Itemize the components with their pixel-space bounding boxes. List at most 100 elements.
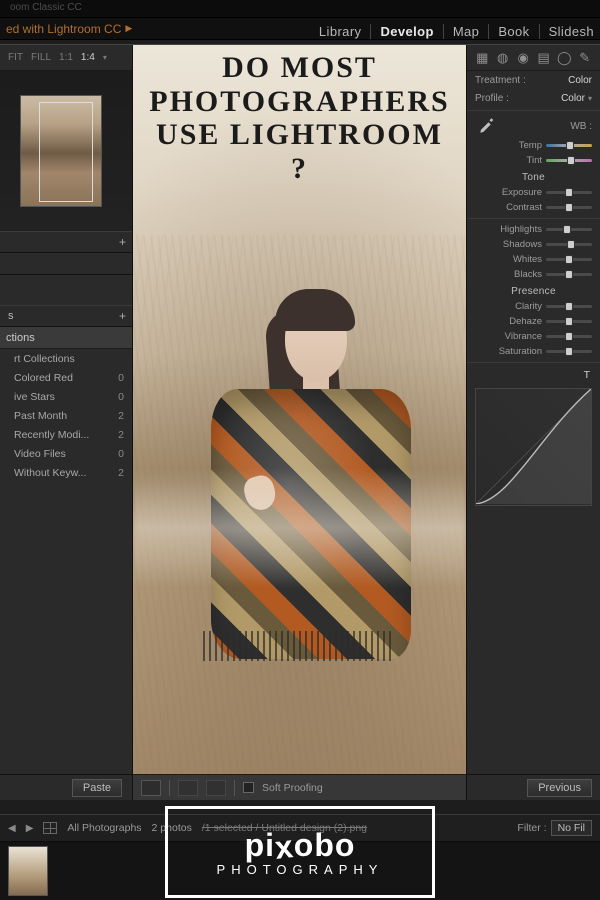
center-toolbar: Soft Proofing (133, 774, 466, 800)
navigator-preview[interactable] (0, 71, 132, 231)
clarity-slider[interactable]: Clarity (467, 299, 600, 314)
identity-text: ed with Lightroom CC (6, 22, 121, 36)
panel-spacer (0, 275, 132, 305)
headline-line-3: USE LIGHTROOM ? (143, 118, 456, 185)
slider-knob[interactable] (565, 302, 573, 311)
slider-knob[interactable] (565, 188, 573, 197)
collection-row[interactable]: Colored Red0 (0, 368, 132, 387)
collections-panel-header[interactable]: s + (0, 305, 132, 327)
tone-section: Tone (467, 168, 600, 185)
presence-section: Presence (467, 282, 600, 299)
plus-icon[interactable]: + (119, 235, 126, 249)
treatment-row[interactable]: Treatment : Color (467, 71, 600, 89)
collection-row[interactable]: Without Keyw...2 (0, 463, 132, 482)
plus-icon[interactable]: + (119, 309, 126, 323)
smart-collections-header[interactable]: ctions (0, 327, 132, 349)
dehaze-slider[interactable]: Dehaze (467, 314, 600, 329)
collection-row[interactable]: ive Stars0 (0, 387, 132, 406)
before-after-tb-icon[interactable] (206, 780, 226, 796)
filter-dropdown[interactable]: No Fil (551, 820, 592, 836)
module-book[interactable]: Book (489, 24, 539, 39)
highlights-slider[interactable]: Highlights (467, 222, 600, 237)
collection-row[interactable]: Past Month2 (0, 406, 132, 425)
main-area: FIT FILL 1:1 1:4 ▾ + s + ctions rt Colle… (0, 44, 600, 800)
spot-removal-icon[interactable]: ◍ (495, 50, 509, 66)
radial-filter-icon[interactable]: ◯ (557, 50, 572, 66)
profile-value: Color (561, 93, 585, 104)
slider-knob[interactable] (567, 240, 575, 249)
profile-row[interactable]: Profile : Color▾ (467, 89, 600, 107)
previous-button[interactable]: Previous (527, 779, 592, 797)
filter-label: Filter : (517, 822, 546, 834)
tool-strip: ▦ ◍ ◉ ▤ ◯ ✎ (467, 45, 600, 71)
slider-knob[interactable] (565, 347, 573, 356)
chevron-down-icon[interactable]: ▾ (103, 53, 107, 62)
photo-haze (133, 468, 466, 588)
tone-curve[interactable] (475, 388, 592, 506)
left-panel-footer: Paste (0, 774, 132, 800)
zoom-fill[interactable]: FILL (31, 52, 51, 63)
nav-back-icon[interactable]: ◀ (8, 823, 16, 834)
saturation-slider[interactable]: Saturation (467, 344, 600, 359)
slider-knob[interactable] (566, 141, 574, 150)
brand-overlay: pixobo PHOTOGRAPHY (165, 806, 435, 898)
slider-knob[interactable] (565, 332, 573, 341)
tint-slider[interactable]: Tint (467, 153, 600, 168)
brush-icon[interactable]: ✎ (578, 50, 592, 66)
nav-forward-icon[interactable]: ▶ (26, 823, 34, 834)
exposure-slider[interactable]: Exposure (467, 185, 600, 200)
slider-knob[interactable] (565, 255, 573, 264)
blacks-slider[interactable]: Blacks (467, 267, 600, 282)
soft-proofing-label: Soft Proofing (262, 782, 323, 794)
center-panel: DO MOST PHOTOGRAPHERS USE LIGHTROOM ? So… (133, 45, 466, 800)
module-map[interactable]: Map (444, 24, 490, 39)
chevron-down-icon: ▾ (588, 94, 592, 103)
zoom-fit[interactable]: FIT (8, 52, 23, 63)
collection-row[interactable]: Video Files0 (0, 444, 132, 463)
filmstrip-source[interactable]: All Photographs (67, 822, 141, 834)
slider-knob[interactable] (565, 203, 573, 212)
grid-view-icon[interactable] (43, 822, 57, 834)
vibrance-slider[interactable]: Vibrance (467, 329, 600, 344)
paste-button[interactable]: Paste (72, 779, 122, 797)
loupe-view-icon[interactable] (141, 780, 161, 796)
slider-knob[interactable] (565, 270, 573, 279)
headline-line-2: PHOTOGRAPHERS (143, 85, 456, 119)
collection-row[interactable]: rt Collections (0, 349, 132, 368)
left-panel: FIT FILL 1:1 1:4 ▾ + s + ctions rt Colle… (0, 45, 133, 800)
white-balance-picker-icon[interactable] (475, 114, 499, 138)
soft-proofing-checkbox[interactable] (243, 782, 254, 793)
module-slideshow[interactable]: Slidesh (540, 24, 594, 39)
module-develop[interactable]: Develop (371, 24, 443, 39)
right-panel: ▦ ◍ ◉ ▤ ◯ ✎ Treatment : Color Profile : … (466, 45, 600, 800)
filmstrip-thumbnail[interactable] (8, 846, 48, 896)
right-panel-footer: Previous (467, 774, 600, 800)
zoom-1-1[interactable]: 1:1 (59, 52, 73, 63)
module-library[interactable]: Library (310, 24, 372, 39)
slider-knob[interactable] (565, 317, 573, 326)
shadows-slider[interactable]: Shadows (467, 237, 600, 252)
redeye-icon[interactable]: ◉ (516, 50, 530, 66)
graduated-filter-icon[interactable]: ▤ (536, 50, 550, 66)
contrast-slider[interactable]: Contrast (467, 200, 600, 215)
zoom-ratio[interactable]: 1:4 (81, 52, 95, 63)
slider-knob[interactable] (567, 156, 575, 165)
temp-slider[interactable]: Temp (467, 138, 600, 153)
treatment-value: Color (568, 75, 592, 86)
navigator-thumbnail (20, 95, 102, 207)
collections-panel-title: s (6, 310, 14, 322)
tone-curve-header[interactable]: T (467, 366, 600, 384)
whites-slider[interactable]: Whites (467, 252, 600, 267)
brand-name: pixobo (245, 827, 356, 864)
window-titlebar: oom Classic CC (0, 0, 600, 18)
profile-label: Profile : (475, 93, 509, 104)
slider-knob[interactable] (563, 225, 571, 234)
panel-spacer (0, 253, 132, 275)
chevron-right-icon: ▶ (125, 23, 132, 34)
image-canvas[interactable]: DO MOST PHOTOGRAPHERS USE LIGHTROOM ? (133, 45, 466, 774)
presets-panel-header[interactable]: + (0, 231, 132, 253)
before-after-lr-icon[interactable] (178, 780, 198, 796)
collection-row[interactable]: Recently Modi...2 (0, 425, 132, 444)
navigator-zoom-levels: FIT FILL 1:1 1:4 ▾ (0, 45, 132, 71)
crop-icon[interactable]: ▦ (475, 50, 489, 66)
